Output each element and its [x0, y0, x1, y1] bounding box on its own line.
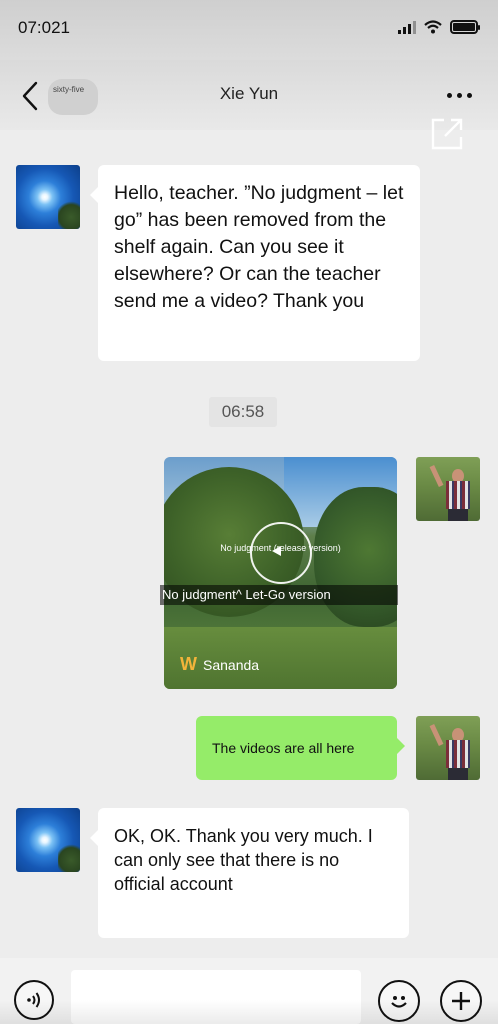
status-icons [398, 20, 480, 34]
more-options-button[interactable] [447, 93, 472, 98]
video-title: No judgment^ Let-Go version [160, 585, 398, 605]
share-external-button[interactable] [428, 115, 466, 153]
back-button[interactable] [16, 80, 44, 112]
wifi-icon [424, 20, 442, 34]
more-actions-button[interactable] [440, 980, 482, 1022]
voice-button[interactable] [14, 980, 54, 1020]
message-bubble-sent[interactable]: The videos are all here [196, 716, 405, 780]
chevron-left-icon [22, 81, 38, 111]
contact-avatar[interactable] [16, 165, 80, 229]
message-bubble-received[interactable]: OK, OK. Thank you very much. I can only … [90, 808, 409, 938]
video-message-card[interactable]: No judgment (release version) W Sananda [164, 457, 397, 689]
status-bar: 07:021 [0, 0, 498, 60]
signal-icon [398, 20, 416, 34]
input-bar [0, 958, 498, 1024]
emoji-button[interactable] [378, 980, 420, 1022]
my-avatar[interactable] [416, 716, 480, 780]
video-brand-label: Sananda [203, 656, 260, 673]
message-input[interactable] [71, 970, 361, 1024]
message-bubble-received[interactable]: Hello, teacher. ”No judgment – let go” h… [90, 165, 420, 361]
sananda-logo-icon: W [180, 654, 197, 674]
contact-avatar[interactable] [16, 808, 80, 872]
share-external-icon [431, 118, 463, 150]
video-brand: W Sananda [180, 654, 259, 675]
message-timestamp: 06:58 [209, 397, 277, 427]
voice-icon [27, 992, 40, 1008]
status-time: 07:021 [18, 18, 70, 37]
my-avatar[interactable] [416, 457, 480, 521]
video-subtitle: No judgment (release version) [220, 543, 341, 553]
plus-icon [452, 992, 470, 1010]
emoji-icon [391, 996, 407, 1008]
play-icon[interactable] [250, 522, 312, 584]
chat-header: sixty-five Xie Yun [0, 60, 498, 130]
more-dots-icon [447, 93, 452, 98]
battery-icon [450, 20, 480, 34]
unread-count-badge[interactable]: sixty-five [48, 79, 98, 115]
